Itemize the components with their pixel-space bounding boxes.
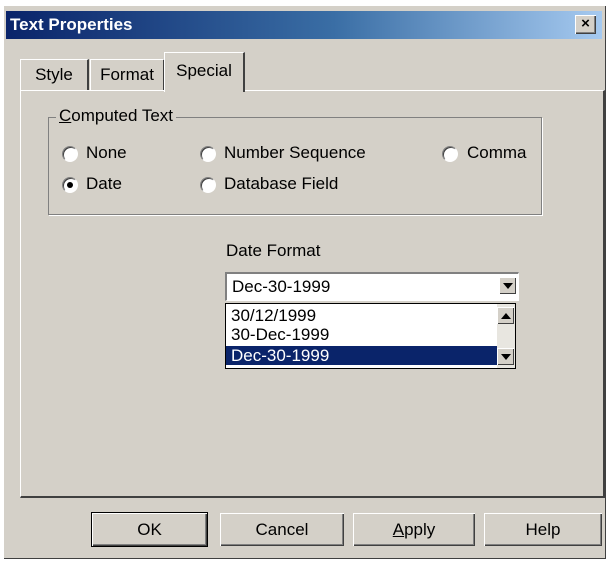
apply-button-label: Apply — [392, 520, 436, 539]
ok-button[interactable]: OK — [91, 512, 208, 547]
tab-style-label: Style — [35, 65, 73, 84]
date-format-label: Date Format — [226, 241, 321, 260]
chevron-up-icon — [500, 312, 511, 319]
title-bar: Text Properties × — [6, 11, 602, 39]
close-button[interactable]: × — [575, 15, 596, 34]
date-format-combobox[interactable]: Dec-30-1999 — [225, 272, 519, 301]
radio-number-sequence[interactable] — [200, 146, 216, 162]
computed-text-group — [48, 117, 542, 215]
list-item[interactable]: 30-Dec-1999 — [226, 325, 497, 344]
tab-format-label: Format — [100, 65, 154, 84]
scroll-up-button[interactable] — [497, 307, 514, 324]
list-item[interactable]: 30/12/1999 — [226, 306, 497, 325]
radio-none[interactable] — [62, 146, 78, 162]
list-item-selected[interactable]: Dec-30-1999 — [226, 346, 497, 365]
radio-comma-label[interactable]: Comma — [467, 143, 527, 163]
radio-date-label[interactable]: Date — [86, 174, 122, 194]
date-format-dropdown-list[interactable]: 30/12/1999 30-Dec-1999 Dec-30-1999 — [225, 303, 516, 369]
list-scrollbar[interactable] — [497, 304, 515, 368]
combo-dropdown-button[interactable] — [499, 277, 516, 294]
cancel-button-label: Cancel — [255, 520, 309, 539]
chevron-down-icon — [500, 353, 511, 360]
help-button[interactable]: Help — [484, 513, 602, 546]
radio-none-label[interactable]: None — [86, 143, 127, 163]
help-button-label: Help — [525, 520, 561, 539]
radio-comma[interactable] — [442, 146, 458, 162]
close-icon: × — [581, 15, 590, 32]
tab-format[interactable]: Format — [90, 59, 165, 91]
tab-special-label: Special — [176, 61, 232, 80]
radio-number-sequence-label[interactable]: Number Sequence — [224, 143, 366, 163]
radio-database-field[interactable] — [200, 177, 216, 193]
scroll-down-button[interactable] — [497, 348, 514, 365]
computed-text-group-label: Computed Text — [56, 106, 177, 126]
date-format-value: Dec-30-1999 — [232, 277, 331, 296]
radio-date[interactable] — [62, 177, 78, 193]
tab-special[interactable]: Special — [164, 52, 245, 92]
radio-selected-dot — [67, 182, 73, 188]
cancel-button[interactable]: Cancel — [220, 513, 344, 546]
ok-button-label: OK — [137, 520, 162, 539]
chevron-down-icon — [502, 282, 513, 289]
apply-button[interactable]: Apply — [353, 513, 475, 546]
window-title: Text Properties — [10, 15, 133, 34]
radio-database-field-label[interactable]: Database Field — [224, 174, 338, 194]
tab-style[interactable]: Style — [20, 59, 89, 91]
